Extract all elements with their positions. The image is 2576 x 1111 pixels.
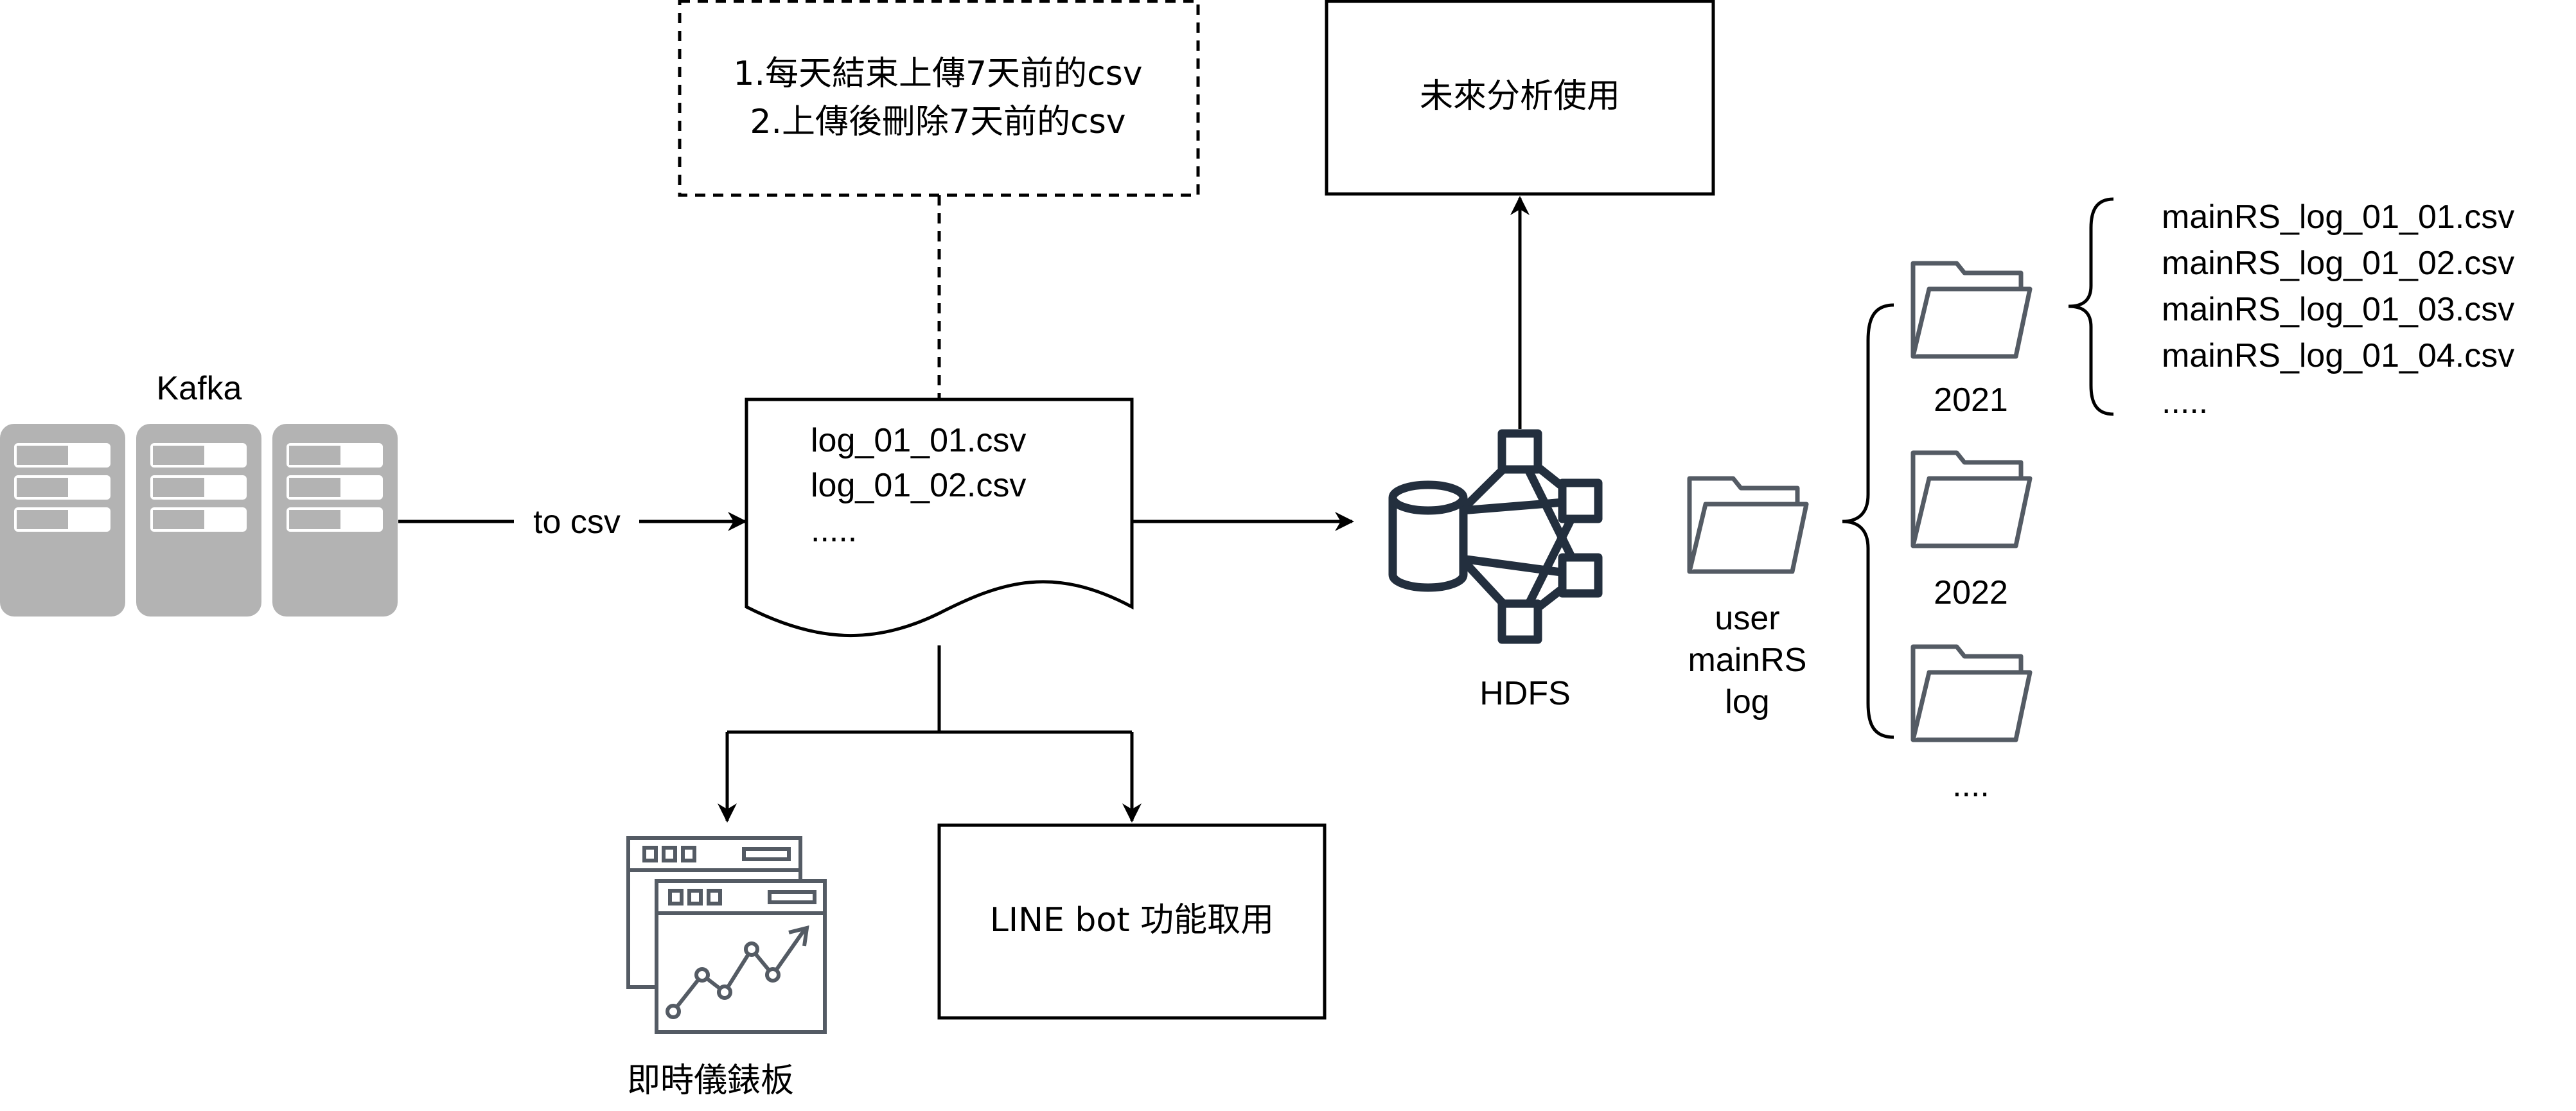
dashboard-icon (626, 836, 827, 1034)
upload-rules-note (678, 0, 1200, 197)
kafka-servers-icon (0, 424, 398, 617)
year-folder-2022: 2022 (1934, 574, 2008, 611)
server-icon (0, 424, 125, 617)
file-2021-1: mainRS_log_01_01.csv (2162, 198, 2514, 236)
year-folder-2021: 2021 (1934, 381, 2008, 419)
file-2021-3: mainRS_log_01_03.csv (2162, 291, 2514, 328)
root-folder-line-1: user (1715, 600, 1779, 637)
file-2021-2: mainRS_log_01_02.csv (2162, 245, 2514, 282)
csv-file-2: log_01_02.csv (811, 467, 1026, 504)
year-folder-more: .... (1952, 767, 1989, 804)
file-2021-more: ..... (2162, 383, 2208, 421)
folder-icon (1910, 261, 2033, 359)
files-2021-brace (2068, 197, 2114, 416)
hdfs-icon (1388, 429, 1603, 644)
csv-file-1: log_01_01.csv (811, 422, 1026, 459)
folder-icon (1910, 450, 2033, 548)
hdfs-label: HDFS (1479, 675, 1571, 712)
future-analysis-label: 未來分析使用 (1420, 77, 1620, 116)
note-line-1: 1.每天結束上傳7天前的csv (733, 55, 1142, 93)
folder-icon (1687, 476, 1809, 574)
dashboard-label: 即時儀錶板 (627, 1062, 794, 1100)
year-folders-brace (1842, 303, 1894, 739)
root-folder-line-2: mainRS (1688, 642, 1807, 679)
edge-label-to-csv: to csv (533, 503, 621, 541)
root-folder-line-3: log (1725, 683, 1769, 721)
server-icon (136, 424, 261, 617)
server-icon (272, 424, 398, 617)
csv-file-more: ..... (811, 512, 857, 549)
note-line-2: 2.上傳後刪除7天前的csv (750, 103, 1125, 141)
architecture-diagram: Kafka to csv 1.每天結束上傳7天前的csv 2.上傳後刪除7天前的… (0, 0, 2514, 1100)
folder-icon (1910, 644, 2033, 742)
edge-csv-to-consumers (718, 645, 1142, 823)
kafka-label: Kafka (157, 370, 242, 407)
file-2021-4: mainRS_log_01_04.csv (2162, 337, 2514, 374)
line-bot-label: LINE bot 功能取用 (990, 901, 1274, 940)
